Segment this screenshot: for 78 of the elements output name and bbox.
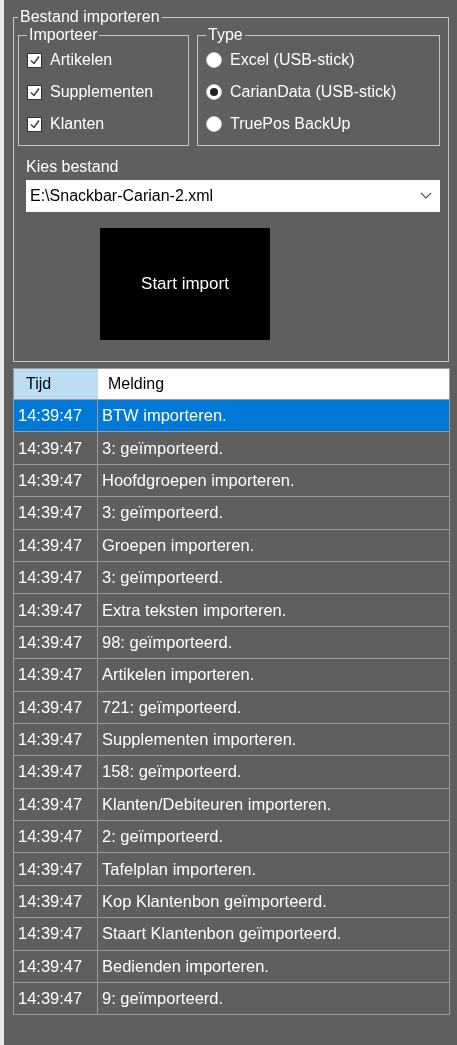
chevron-down-icon xyxy=(420,192,432,200)
group-title: Importeer xyxy=(28,26,99,44)
log-row[interactable]: 14:39:47 2: geïmporteerd. xyxy=(14,820,449,853)
time-cell: 14:39:47 xyxy=(14,821,98,853)
time-cell: 14:39:47 xyxy=(14,756,98,788)
message-cell-text: Klanten/Debiteuren importeren. xyxy=(101,793,333,815)
radio-button[interactable] xyxy=(206,52,222,68)
checkbox-label: Klanten xyxy=(50,115,105,133)
message-cell-text: Bedienden importeren. xyxy=(101,955,270,977)
log-row[interactable]: 14:39:47 Klanten/Debiteuren importeren. xyxy=(14,787,449,821)
log-row[interactable]: 14:39:47 9: geïmporteerd. xyxy=(14,982,449,1015)
field-label: Kies bestand xyxy=(26,157,120,177)
log-row[interactable]: 14:39:47 158: geïmporteerd. xyxy=(14,755,449,788)
message-cell-text: Staart Klantenbon geïmporteerd. xyxy=(101,923,343,945)
message-cell-text: 721: geïmporteerd. xyxy=(101,696,243,718)
time-cell: 14:39:47 xyxy=(14,723,98,756)
file-dropdown[interactable]: E:\Snackbar-Carian-2.xml xyxy=(26,180,440,212)
column-header[interactable]: Tijd xyxy=(14,369,98,399)
message-cell-text: Tafelplan importeren. xyxy=(101,858,258,880)
message-cell-text: 3: geïmporteerd. xyxy=(101,567,225,589)
log-row[interactable]: 14:39:47 721: geïmporteerd. xyxy=(14,690,449,723)
radio-label: TruePos BackUp xyxy=(230,115,351,133)
time-cell: 14:39:47 xyxy=(14,464,98,497)
message-cell-text: 158: geïmporteerd. xyxy=(101,761,243,783)
checkbox[interactable] xyxy=(27,116,42,132)
time-cell: 14:39:47 xyxy=(14,400,98,432)
message-cell-text: BTW importeren. xyxy=(101,405,228,427)
checkbox-label: Artikelen xyxy=(50,51,113,69)
column-header[interactable]: Melding xyxy=(98,369,449,399)
message-cell-text: 3: geïmporteerd. xyxy=(101,437,225,459)
log-row[interactable]: 14:39:47 3: geïmporteerd. xyxy=(14,560,449,594)
log-row[interactable]: 14:39:47 Groepen importeren. xyxy=(14,528,449,561)
radio-button[interactable] xyxy=(206,116,222,132)
time-cell: 14:39:47 xyxy=(14,691,98,723)
message-cell-text: 98: geïmporteerd. xyxy=(101,631,234,653)
log-row[interactable]: 14:39:47 Supplementen importeren. xyxy=(14,722,449,756)
time-cell: 14:39:47 xyxy=(14,432,98,464)
message-cell-text: Groepen importeren. xyxy=(101,534,256,556)
checkbox[interactable] xyxy=(27,52,42,68)
time-cell: 14:39:47 xyxy=(14,918,98,950)
message-cell-text: 9: geïmporteerd. xyxy=(101,988,225,1010)
message-cell-text: 2: geïmporteerd. xyxy=(101,826,225,848)
checkbox[interactable] xyxy=(27,84,42,100)
checkbox-label: Supplementen xyxy=(50,83,154,101)
radio-label: CarianData (USB-stick) xyxy=(230,83,397,101)
time-cell: 14:39:47 xyxy=(14,659,98,691)
group-title: Type xyxy=(207,26,244,44)
time-cell: 14:39:47 xyxy=(14,626,98,659)
log-row[interactable]: 14:39:47 Tafelplan importeren. xyxy=(14,852,449,885)
radio-label: Excel (USB-stick) xyxy=(230,51,355,69)
time-cell: 14:39:47 xyxy=(14,788,98,821)
time-cell: 14:39:47 xyxy=(14,497,98,529)
log-row[interactable]: 14:39:47 BTW importeren. xyxy=(14,399,449,432)
radio-button[interactable] xyxy=(206,84,222,100)
log-row[interactable]: 14:39:47 3: geïmporteerd. xyxy=(14,431,449,464)
time-cell: 14:39:47 xyxy=(14,950,98,983)
time-cell: 14:39:47 xyxy=(14,885,98,918)
message-cell-text: Supplementen importeren. xyxy=(101,729,298,751)
time-cell: 14:39:47 xyxy=(14,853,98,885)
message-cell-text: Extra teksten importeren. xyxy=(101,599,288,621)
group-title: Bestand importeren xyxy=(19,8,161,26)
message-cell-text: Artikelen importeren. xyxy=(101,664,256,686)
time-cell: 14:39:47 xyxy=(14,594,98,626)
time-cell: 14:39:47 xyxy=(14,561,98,594)
message-cell-text: 3: geïmporteerd. xyxy=(101,502,225,524)
message-cell-text: Kop Klantenbon geïmporteerd. xyxy=(101,891,328,913)
log-row[interactable]: 14:39:47 3: geïmporteerd. xyxy=(14,496,449,529)
log-row[interactable]: 14:39:47 Kop Klantenbon geïmporteerd. xyxy=(14,884,449,918)
log-row[interactable]: 14:39:47 Extra teksten importeren. xyxy=(14,593,449,626)
log-row[interactable]: 14:39:47 Artikelen importeren. xyxy=(14,658,449,691)
log-row[interactable]: 14:39:47 Bedienden importeren. xyxy=(14,949,449,983)
time-cell: 14:39:47 xyxy=(14,983,98,1015)
log-row[interactable]: 14:39:47 Hoofdgroepen importeren. xyxy=(14,463,449,497)
message-cell-text: Hoofdgroepen importeren. xyxy=(101,469,296,491)
start-import-button[interactable]: Start import xyxy=(100,228,270,340)
time-cell: 14:39:47 xyxy=(14,529,98,561)
log-row[interactable]: 14:39:47 Staart Klantenbon geïmporteerd. xyxy=(14,917,449,950)
log-row[interactable]: 14:39:47 98: geïmporteerd. xyxy=(14,625,449,659)
